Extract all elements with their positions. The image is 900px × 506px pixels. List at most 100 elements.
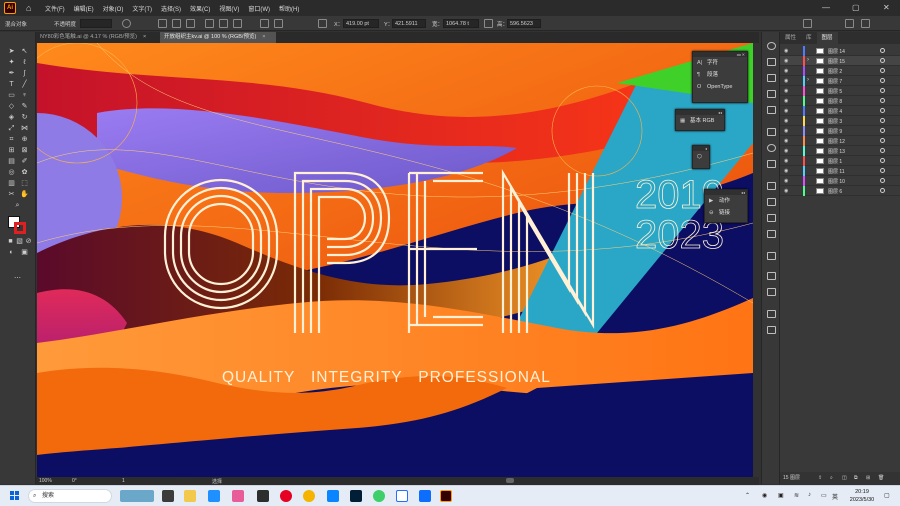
info-icon[interactable] <box>767 326 776 334</box>
artboard-number-field[interactable]: 1 <box>122 478 125 484</box>
gradient-tool-icon[interactable]: ▤ <box>7 157 16 166</box>
notification-icon[interactable]: ▢ <box>884 492 890 499</box>
align-center-icon[interactable] <box>172 19 181 28</box>
h-field[interactable]: 596.5623 <box>510 21 533 27</box>
arrange-documents-icon[interactable] <box>845 19 854 28</box>
opacity-field[interactable] <box>80 19 112 28</box>
wifi-icon[interactable]: ≋ <box>794 492 799 499</box>
paintbrush-tool-icon[interactable]: ♆ <box>20 91 29 100</box>
app-icon-blue[interactable] <box>327 490 339 502</box>
visibility-eye-icon[interactable]: ◉ <box>784 178 788 184</box>
symbols-icon[interactable] <box>767 90 776 98</box>
panel-menu-icon[interactable] <box>803 19 812 28</box>
visibility-eye-icon[interactable]: ◉ <box>784 58 788 64</box>
width-tool-icon[interactable]: ⋈ <box>20 124 29 133</box>
gradient-icon[interactable] <box>767 144 776 152</box>
visibility-eye-icon[interactable]: ◉ <box>784 128 788 134</box>
pen-tool-icon[interactable]: ✒ <box>7 69 16 78</box>
visibility-eye-icon[interactable]: ◉ <box>784 118 788 124</box>
photoshop-icon[interactable] <box>350 490 362 502</box>
constrain-proportions-icon[interactable] <box>484 19 493 28</box>
recolor-icon[interactable] <box>122 19 131 28</box>
target-circle-icon[interactable] <box>880 68 885 73</box>
navigator-icon[interactable] <box>767 310 776 318</box>
file-explorer-icon[interactable] <box>184 490 196 502</box>
line-tool-icon[interactable]: ╱ <box>20 80 29 89</box>
align-right-icon[interactable] <box>186 19 195 28</box>
swatches-icon[interactable] <box>767 58 776 66</box>
comments-icon[interactable] <box>767 252 776 260</box>
app-icon-blue-2[interactable] <box>419 490 431 502</box>
selection-tool-icon[interactable]: ➤ <box>7 47 16 56</box>
visibility-eye-icon[interactable]: ◉ <box>784 78 788 84</box>
stroke-icon[interactable] <box>767 128 776 136</box>
tab-properties[interactable]: 属性 <box>780 32 801 44</box>
transform-panel-icon[interactable] <box>767 230 776 238</box>
edge-icon[interactable] <box>208 490 220 502</box>
reference-point-icon[interactable] <box>318 19 327 28</box>
illustrator-taskbar-icon[interactable] <box>440 490 452 502</box>
visibility-eye-icon[interactable]: ◉ <box>784 108 788 114</box>
horizontal-scrollbar[interactable] <box>506 478 514 483</box>
visibility-eye-icon[interactable]: ◉ <box>784 68 788 74</box>
menu-help[interactable]: 帮助(H) <box>279 4 299 13</box>
tab-open-kv[interactable]: 开放组织主kv.ai @ 100 % (RGB/预览) × <box>160 32 276 43</box>
gradient-mode-icon[interactable]: ▧ <box>15 237 24 246</box>
stroke-swatch[interactable] <box>14 222 26 234</box>
visibility-eye-icon[interactable]: ◉ <box>784 138 788 144</box>
layer-row[interactable]: ◉ 图层 9 <box>780 126 900 136</box>
layer-row[interactable]: ◉ 图层 5 <box>780 86 900 96</box>
align-left-icon[interactable] <box>158 19 167 28</box>
symbol-sprayer-tool-icon[interactable]: ✿ <box>20 168 29 177</box>
menu-file[interactable]: 文件(F) <box>45 4 65 13</box>
artboards-icon[interactable] <box>767 288 776 296</box>
y-field[interactable]: 421.5911 <box>395 21 418 27</box>
zoom-tool-icon[interactable]: ⌕ <box>13 201 22 210</box>
pencil-tool-icon[interactable]: ✎ <box>20 102 29 111</box>
artboard-canvas[interactable]: 2019 2023 QUALITY INTEGRITY PROFESSIONAL… <box>37 43 753 477</box>
target-circle-icon[interactable] <box>880 168 885 173</box>
perspective-grid-tool-icon[interactable]: ⊞ <box>7 146 16 155</box>
graphic-styles-icon[interactable] <box>767 106 776 114</box>
layer-row[interactable]: ◉ 图层 14 <box>780 46 900 56</box>
menu-edit[interactable]: 编辑(E) <box>74 4 94 13</box>
slice-tool-icon[interactable]: ✂ <box>7 190 16 199</box>
layer-row[interactable]: ◉ 图层 6 <box>780 186 900 196</box>
input-method[interactable]: 英 <box>832 492 838 501</box>
wechat-icon[interactable] <box>373 490 385 502</box>
none-mode-icon[interactable]: ⊘ <box>24 237 33 246</box>
layer-row[interactable]: ◉ › 图层 15 <box>780 56 900 66</box>
locate-object-icon[interactable]: ⌕ <box>830 472 833 484</box>
zoom-field[interactable]: 100% <box>39 478 52 484</box>
appearance-icon[interactable] <box>767 182 776 190</box>
eyedropper-tool-icon[interactable]: ✐ <box>20 157 29 166</box>
paragraph-panel-button[interactable]: ¶ 段落 <box>693 69 747 81</box>
layer-row[interactable]: ◉ 图层 1 <box>780 156 900 166</box>
visibility-eye-icon[interactable]: ◉ <box>784 158 788 164</box>
battery-icon[interactable]: ▭ <box>821 492 827 499</box>
target-circle-icon[interactable] <box>880 78 885 83</box>
app-icon-dark[interactable] <box>257 490 269 502</box>
shape-builder-tool-icon[interactable]: ⊕ <box>20 135 29 144</box>
lasso-tool-icon[interactable]: ℓ <box>20 58 29 67</box>
app-icon-w[interactable] <box>396 490 408 502</box>
rotate-tool-icon[interactable]: ↻ <box>20 113 29 122</box>
windows-start-icon[interactable] <box>10 491 20 501</box>
distribute-spacing-icon[interactable] <box>274 19 283 28</box>
target-circle-icon[interactable] <box>880 148 885 153</box>
home-icon[interactable]: ⌂ <box>26 3 36 13</box>
transparency-icon[interactable] <box>767 160 776 168</box>
tab-layers[interactable]: 图层 <box>816 32 838 44</box>
visibility-eye-icon[interactable]: ◉ <box>784 168 788 174</box>
pinterest-icon[interactable] <box>280 490 292 502</box>
draw-mode-icon[interactable]: ◐ <box>7 248 16 257</box>
volume-icon[interactable]: ♪ <box>808 492 811 498</box>
align-panel-icon[interactable] <box>767 198 776 206</box>
network-icon[interactable]: ◉ <box>762 492 767 499</box>
rotation-field[interactable]: 0° <box>72 478 77 484</box>
3d-materials-icon[interactable]: ⬡ <box>693 151 709 163</box>
links-panel-button[interactable]: ⊖ 链接 <box>705 207 747 219</box>
blend-tool-icon[interactable]: ◎ <box>7 168 16 177</box>
layer-row[interactable]: ◉ 图层 8 <box>780 96 900 106</box>
close-tab-icon[interactable]: × <box>143 34 146 40</box>
